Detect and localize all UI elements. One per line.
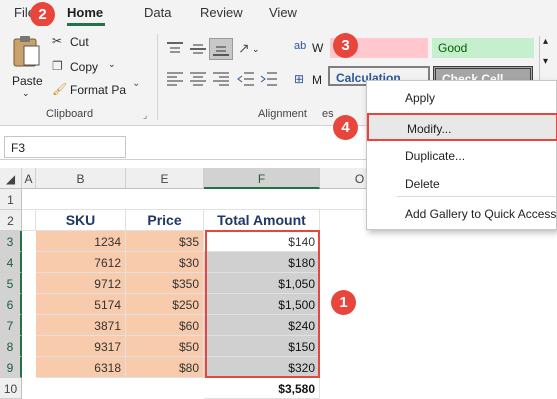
grand-total-cell[interactable]: $3,580	[204, 378, 320, 399]
callout-marker-2: 2	[30, 2, 55, 27]
style-good[interactable]: Good	[432, 38, 534, 58]
scroll-down-icon[interactable]: ▾	[543, 56, 548, 67]
row-header-selected[interactable]: 8	[0, 336, 22, 357]
total-cell[interactable]: $320	[204, 357, 320, 378]
cut-label: Cut	[70, 35, 89, 49]
callout-marker-3: 3	[333, 33, 358, 58]
column-header[interactable]: A	[22, 168, 36, 189]
dialog-launcher-icon[interactable]: ⌟	[143, 110, 147, 121]
align-left-icon[interactable]	[165, 70, 185, 88]
clipboard-icon	[13, 36, 40, 67]
row-header[interactable]: 2	[0, 210, 22, 231]
menu-item-modify[interactable]: Modify...	[367, 113, 557, 141]
bottom-align-icon	[213, 46, 229, 56]
sku-cell[interactable]: 9317	[36, 336, 126, 357]
row-header-selected[interactable]: 5	[0, 273, 22, 294]
chevron-down-icon: ⌄	[22, 88, 30, 98]
price-cell[interactable]: $350	[126, 273, 204, 294]
price-cell[interactable]: $60	[126, 315, 204, 336]
bottom-align-button[interactable]	[209, 38, 233, 60]
tab-view[interactable]: View	[269, 5, 297, 20]
menu-item-delete[interactable]: Delete	[367, 170, 557, 198]
cell[interactable]	[22, 210, 36, 231]
callout-marker-4: 4	[333, 115, 358, 140]
header-cell-sku[interactable]: SKU	[36, 210, 126, 231]
header-cell-total-amount[interactable]: Total Amount	[204, 210, 320, 231]
scissors-icon: ✂	[52, 34, 63, 48]
sku-cell[interactable]: 3871	[36, 315, 126, 336]
menu-item-add-gallery-to-qat[interactable]: Add Gallery to Quick Access Toolbar	[367, 200, 557, 228]
increase-indent-icon[interactable]	[259, 70, 279, 88]
group-divider	[157, 34, 158, 120]
price-cell[interactable]: $50	[126, 336, 204, 357]
price-cell[interactable]: $35	[126, 231, 204, 252]
name-box[interactable]: F3	[4, 136, 126, 158]
price-cell[interactable]: $30	[126, 252, 204, 273]
format-painter-label: Format Pa	[70, 83, 127, 97]
wrap-text-icon: ab	[294, 40, 307, 52]
wrap-text-button[interactable]: ab W	[294, 40, 324, 58]
paste-button[interactable]: Paste ⌄	[6, 32, 46, 98]
merge-button[interactable]: ⊞ M	[294, 72, 324, 90]
align-center-icon[interactable]	[188, 70, 208, 88]
tab-review[interactable]: Review	[200, 5, 243, 20]
total-cell[interactable]: $180	[204, 252, 320, 273]
clipboard-group-label: Clipboard	[46, 108, 94, 120]
chevron-down-icon: ⌄	[108, 59, 116, 69]
copy-label: Copy	[70, 60, 99, 74]
total-cell[interactable]: $1,050	[204, 273, 320, 294]
decrease-indent-icon[interactable]	[236, 70, 256, 88]
context-menu: Apply Modify... Duplicate... Delete Add …	[366, 80, 557, 230]
cut-button[interactable]: ✂ Cut	[52, 34, 100, 52]
row-header-selected[interactable]: 9	[0, 357, 22, 378]
total-cell[interactable]: $240	[204, 315, 320, 336]
orientation-icon[interactable]: ↗	[238, 40, 250, 57]
copy-icon: ❐	[52, 59, 63, 73]
sku-cell[interactable]: 7612	[36, 252, 126, 273]
price-cell[interactable]: $250	[126, 294, 204, 315]
tab-data[interactable]: Data	[144, 5, 171, 20]
copy-button[interactable]: ❐ Copy ⌄	[52, 59, 120, 77]
sku-cell[interactable]: 9712	[36, 273, 126, 294]
header-cell-price[interactable]: Price	[126, 210, 204, 231]
styles-group-label: es	[322, 108, 334, 120]
paintbrush-icon: 🖌	[52, 82, 68, 96]
alignment-group-label: Alignment	[258, 108, 307, 120]
merge-label: M	[312, 73, 322, 87]
row-header-selected[interactable]: 7	[0, 315, 22, 336]
column-header-selected[interactable]: F	[204, 168, 320, 189]
scroll-up-icon[interactable]: ▴	[543, 36, 548, 47]
menu-separator	[397, 196, 557, 197]
format-painter-button[interactable]: 🖌 Format Pa	[52, 82, 128, 100]
middle-align-icon[interactable]	[188, 40, 208, 58]
merge-icon: ⊞	[294, 72, 305, 86]
menu-item-duplicate[interactable]: Duplicate...	[367, 142, 557, 170]
total-cell[interactable]: $150	[204, 336, 320, 357]
wrap-text-label: W	[312, 41, 324, 55]
select-all-corner[interactable]: ◢	[0, 168, 22, 189]
chevron-down-icon[interactable]: ⌄	[132, 78, 140, 89]
column-header[interactable]: E	[126, 168, 204, 189]
row-header-selected[interactable]: 6	[0, 294, 22, 315]
align-right-icon[interactable]	[211, 70, 231, 88]
top-align-icon[interactable]	[165, 40, 185, 58]
column-header[interactable]: B	[36, 168, 126, 189]
tab-home[interactable]: Home	[67, 5, 103, 20]
total-cell-active[interactable]: $140	[204, 231, 320, 252]
menu-item-apply[interactable]: Apply	[367, 84, 557, 112]
price-cell[interactable]: $80	[126, 357, 204, 378]
chevron-down-icon[interactable]: ⌄	[252, 44, 260, 55]
row-header-selected[interactable]: 3	[0, 231, 22, 252]
row-header[interactable]: 10	[0, 378, 22, 399]
callout-marker-1: 1	[331, 290, 356, 315]
ribbon-tab-bar: File Home Data Review View	[0, 0, 557, 26]
total-cell[interactable]: $1,500	[204, 294, 320, 315]
row-header[interactable]: 1	[0, 189, 22, 210]
paste-label: Paste	[12, 74, 43, 88]
row-header-selected[interactable]: 4	[0, 252, 22, 273]
sku-cell[interactable]: 1234	[36, 231, 126, 252]
sku-cell[interactable]: 6318	[36, 357, 126, 378]
sku-cell[interactable]: 5174	[36, 294, 126, 315]
